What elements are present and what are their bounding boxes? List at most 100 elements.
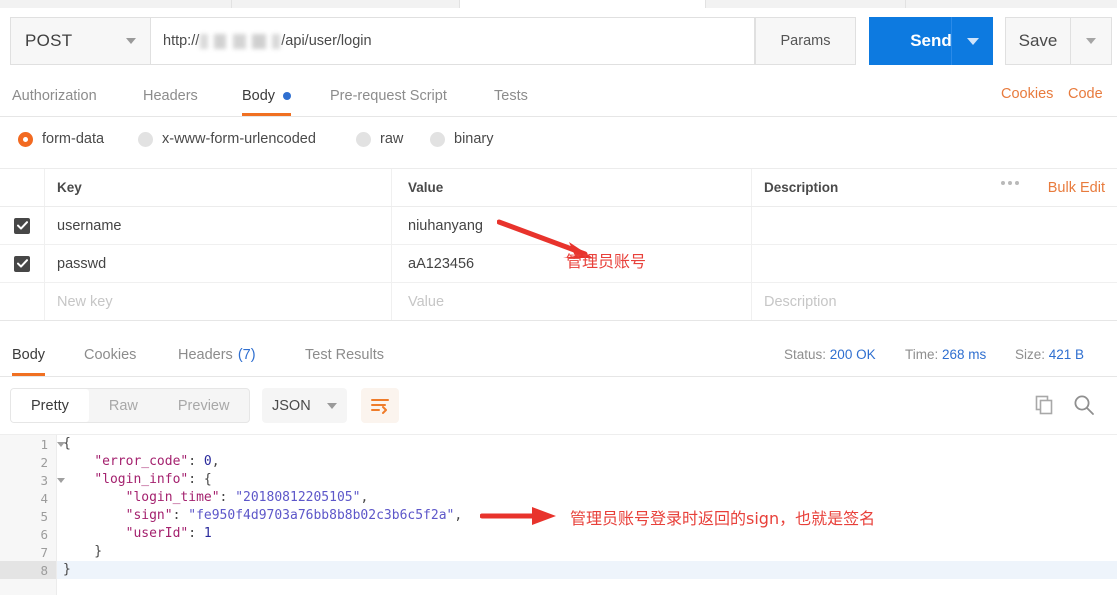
- view-mode-raw[interactable]: Raw: [89, 389, 158, 422]
- view-mode-label: Raw: [108, 397, 138, 414]
- row-key-text: passwd: [57, 255, 107, 272]
- row-checkbox-checked[interactable]: [14, 255, 30, 272]
- more-options-icon[interactable]: [1001, 181, 1019, 185]
- radio-icon: [138, 131, 153, 147]
- chevron-down-icon: [327, 402, 337, 409]
- radio-x-www-form-urlencoded[interactable]: x-www-form-urlencoded: [138, 131, 316, 147]
- radio-form-data[interactable]: form-data: [18, 131, 104, 147]
- response-tab-body[interactable]: Body: [12, 333, 46, 376]
- chevron-down-icon: [966, 37, 979, 45]
- response-format-label: JSON: [272, 397, 311, 414]
- editor-line-number: 3: [0, 471, 65, 489]
- radio-binary[interactable]: binary: [430, 131, 494, 147]
- radio-raw[interactable]: raw: [356, 131, 403, 147]
- response-tabs-bar: Body Cookies Headers (7) Test Results St…: [0, 333, 1117, 377]
- row-checkbox-checked[interactable]: [14, 217, 30, 234]
- time-label: Time:: [905, 347, 939, 362]
- radio-label: raw: [380, 131, 404, 147]
- row-value-text: aA123456: [408, 255, 475, 272]
- tab-strip-segment[interactable]: [906, 0, 1117, 8]
- tab-strip-segment-active[interactable]: [460, 0, 706, 8]
- radio-icon: [356, 131, 371, 147]
- header-key-cell: Key: [45, 169, 392, 206]
- radio-label: form-data: [42, 131, 105, 147]
- table-header-row: Key Value Description Bulk Edit: [0, 169, 1117, 207]
- response-tab-headers[interactable]: Headers (7): [178, 333, 256, 376]
- chevron-down-icon: [1086, 38, 1096, 44]
- tab-pre-request-script[interactable]: Pre-request Script: [330, 75, 447, 116]
- save-label: Save: [1018, 31, 1058, 50]
- code-token: "sign": [125, 508, 173, 523]
- new-key-input[interactable]: New key: [45, 283, 392, 320]
- editor-line-number: 2: [40, 454, 48, 470]
- tab-label: Body: [12, 346, 46, 363]
- tab-strip-segment[interactable]: [0, 0, 232, 8]
- status-badge: Status: 200 OK: [784, 347, 876, 362]
- url-input[interactable]: http:// /api/user/login: [150, 17, 755, 65]
- column-header-value: Value: [408, 180, 444, 195]
- radio-icon: [430, 131, 445, 147]
- url-path: /api/user/login: [281, 33, 372, 49]
- header-value-cell: Value: [392, 169, 752, 206]
- radio-label: binary: [454, 131, 494, 147]
- row-key-cell[interactable]: passwd: [45, 245, 392, 282]
- editor-code-line: {: [57, 435, 1117, 453]
- search-button[interactable]: [1073, 394, 1095, 421]
- send-options-button[interactable]: [951, 17, 993, 65]
- send-label: Send: [910, 31, 952, 50]
- code-token: :: [172, 508, 189, 523]
- wrap-text-button[interactable]: [361, 388, 399, 423]
- new-value-input[interactable]: Value: [392, 283, 752, 320]
- request-tab-strip: [0, 0, 1117, 8]
- tab-tests[interactable]: Tests: [494, 75, 528, 116]
- tab-headers[interactable]: Headers: [143, 75, 198, 116]
- size-label: Size:: [1015, 347, 1046, 362]
- save-button[interactable]: Save: [1005, 17, 1070, 65]
- size-badge: Size: 421 B: [1015, 347, 1084, 362]
- code-link[interactable]: Code: [1068, 86, 1103, 102]
- cookies-link[interactable]: Cookies: [1001, 86, 1053, 102]
- view-mode-preview[interactable]: Preview: [158, 389, 250, 422]
- code-token: : {: [188, 472, 212, 487]
- row-description-cell[interactable]: [752, 207, 1117, 244]
- code-token: "login_info": [94, 472, 189, 487]
- view-mode-pretty[interactable]: Pretty: [11, 389, 89, 422]
- response-toolbar: Pretty Raw Preview JSON: [0, 377, 1117, 434]
- new-description-placeholder: Description: [764, 293, 837, 310]
- tab-body[interactable]: Body: [242, 75, 292, 116]
- save-options-button[interactable]: [1070, 17, 1112, 65]
- tab-label: Tests: [494, 87, 528, 104]
- editor-line-number: 1: [0, 435, 65, 453]
- tab-authorization[interactable]: Authorization: [12, 75, 97, 116]
- editor-code-line: }: [57, 561, 1117, 579]
- params-button[interactable]: Params: [755, 17, 856, 65]
- tab-strip-segment[interactable]: [706, 0, 906, 8]
- tab-label: Test Results: [305, 346, 384, 363]
- editor-line-number: 7: [40, 544, 48, 560]
- url-prefix: http://: [163, 33, 200, 49]
- chevron-down-icon: [126, 38, 136, 44]
- postman-window: POST http:// /api/user/login Params Send…: [0, 0, 1117, 595]
- copy-button[interactable]: [1035, 395, 1055, 420]
- url-host-redacted: [200, 33, 281, 49]
- row-key-cell[interactable]: username: [45, 207, 392, 244]
- column-header-description: Description: [764, 180, 839, 195]
- bulk-edit-button[interactable]: Bulk Edit: [1048, 180, 1105, 196]
- new-description-input[interactable]: Description: [752, 283, 1117, 320]
- row-checkbox-cell: [0, 207, 45, 244]
- tab-strip-segment[interactable]: [232, 0, 460, 8]
- code-token: {: [63, 436, 71, 451]
- row-description-cell[interactable]: [752, 245, 1117, 282]
- new-value-placeholder: Value: [408, 293, 445, 310]
- response-format-selector[interactable]: JSON: [262, 388, 347, 423]
- response-tab-test-results[interactable]: Test Results: [305, 333, 384, 376]
- response-view-mode-group: Pretty Raw Preview: [10, 388, 251, 423]
- response-tab-cookies[interactable]: Cookies: [84, 333, 136, 376]
- code-token: ,: [360, 490, 369, 505]
- http-method-selector[interactable]: POST: [10, 17, 150, 65]
